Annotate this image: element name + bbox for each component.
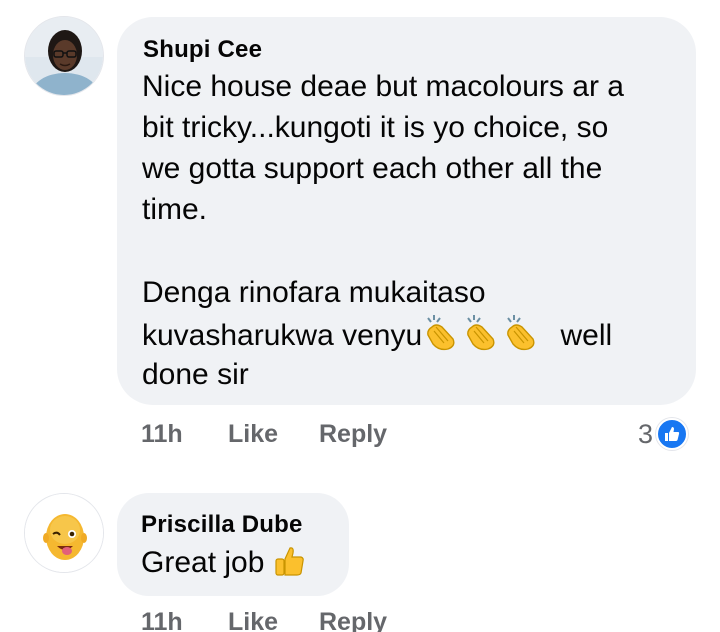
comment-text-line-1: Nice house deae but macolours ar a (142, 70, 624, 103)
comment-actions: 11h Like Reply (0, 608, 720, 632)
avatar[interactable] (24, 493, 104, 573)
comment-bubble: Priscilla Dube Great job (117, 493, 349, 596)
profile-photo-icon (25, 17, 103, 95)
comment-bubble: Shupi Cee Nice house deae but macolours … (117, 17, 696, 405)
comment-text: Great job (141, 542, 307, 589)
comment-text-line-8: done sir (142, 358, 249, 391)
comment-text-segment: well (560, 319, 613, 352)
thumbs-up-icon (273, 544, 307, 589)
comment-text-line-2: bit tricky...kungoti it is yo choice, so (142, 111, 609, 144)
like-button[interactable]: Like (228, 420, 278, 449)
clapping-hands-icon (502, 313, 542, 362)
like-button[interactable]: Like (228, 608, 278, 632)
reaction-summary[interactable]: 3 (638, 418, 689, 450)
comment-timestamp[interactable]: 11h (141, 420, 183, 449)
comment-author[interactable]: Priscilla Dube (141, 511, 303, 539)
comment-text-line-3: we gotta support each other all the (142, 152, 603, 185)
comment-timestamp[interactable]: 11h (141, 608, 183, 632)
reply-button[interactable]: Reply (319, 420, 387, 449)
comment-text-segment: Great job (141, 546, 265, 579)
comment-text-line-4: time. (142, 193, 208, 226)
clapping-hands-icon (462, 313, 502, 362)
comment-text-line-6: Denga rinofara mukaitaso (142, 276, 486, 309)
winking-face-avatar-icon (25, 494, 103, 572)
comment-actions: 11h Like Reply 3 (0, 418, 720, 456)
avatar[interactable] (24, 16, 104, 96)
thumbs-up-reaction-icon (656, 418, 689, 450)
reply-button[interactable]: Reply (319, 608, 387, 632)
clapping-hands-icon (422, 313, 462, 362)
reaction-count: 3 (638, 418, 654, 449)
comment-text-segment: kuvasharukwa venyu (142, 319, 423, 352)
comment-author[interactable]: Shupi Cee (143, 36, 262, 64)
